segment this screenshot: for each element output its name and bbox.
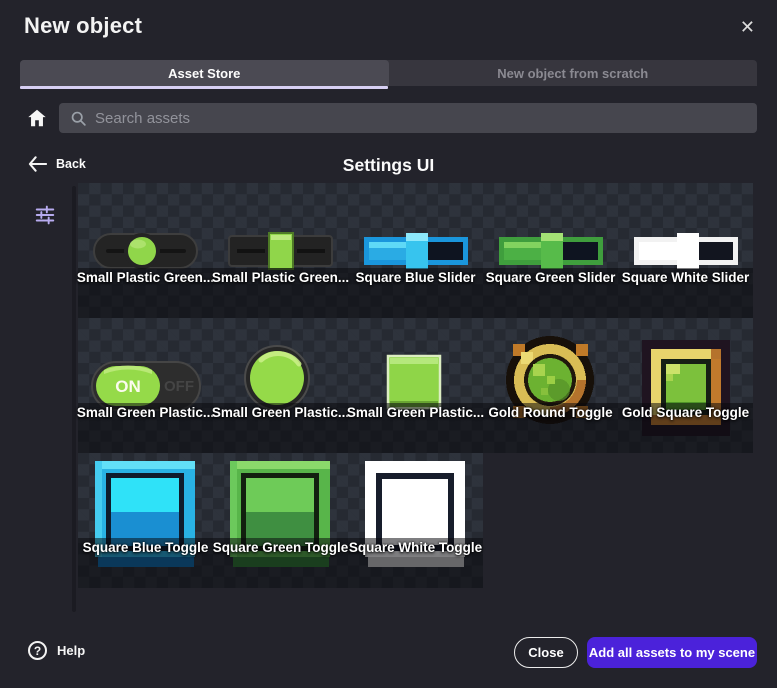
asset-label: Square White Toggle xyxy=(338,540,493,555)
filter-icon[interactable] xyxy=(34,204,56,226)
search-bar xyxy=(59,103,757,133)
asset-label: Square Blue Slider xyxy=(338,270,493,285)
asset-label: Small Green Plastic... xyxy=(203,405,358,420)
asset-tile[interactable]: Square Green Toggle xyxy=(213,453,348,588)
active-tab-underline xyxy=(20,86,388,89)
search-icon xyxy=(70,110,87,127)
tab-new-object-from-scratch[interactable]: New object from scratch xyxy=(389,60,758,86)
back-arrow-icon xyxy=(28,156,47,172)
dialog-title: New object xyxy=(24,13,142,39)
asset-tile[interactable]: Small Green Plastic... xyxy=(213,318,348,453)
search-input[interactable] xyxy=(95,110,695,127)
asset-label: Small Plastic Green... xyxy=(68,270,223,285)
help-icon: ? xyxy=(28,641,47,660)
asset-tile[interactable]: Small Plastic Green... xyxy=(213,183,348,318)
asset-tile[interactable]: Square Blue Toggle xyxy=(78,453,213,588)
asset-label: Square Green Slider xyxy=(473,270,628,285)
add-all-button[interactable]: Add all assets to my scene xyxy=(587,637,757,668)
tab-asset-store[interactable]: Asset Store xyxy=(20,60,389,86)
asset-label: Gold Round Toggle xyxy=(473,405,628,420)
asset-label: Small Green Plastic... xyxy=(68,405,223,420)
help-label: Help xyxy=(57,643,85,658)
help-button[interactable]: ? Help xyxy=(28,641,85,660)
asset-tile[interactable]: Square Green Slider xyxy=(483,183,618,318)
asset-tile[interactable]: Square White Slider xyxy=(618,183,753,318)
asset-label: Gold Square Toggle xyxy=(608,405,763,420)
asset-label: Square White Slider xyxy=(608,270,763,285)
asset-tile[interactable]: Square Blue Slider xyxy=(348,183,483,318)
new-object-dialog: New object ✕ Asset Store New object from… xyxy=(0,0,777,688)
asset-label: Square Blue Toggle xyxy=(68,540,223,555)
asset-tile[interactable]: Gold Round Toggle xyxy=(483,318,618,453)
asset-grid: Small Plastic Green...Small Plastic Gree… xyxy=(78,183,753,588)
svg-text:ON: ON xyxy=(115,377,141,396)
asset-tile[interactable]: Square White Toggle xyxy=(348,453,483,588)
back-button[interactable]: Back xyxy=(28,156,86,172)
back-label: Back xyxy=(56,157,86,171)
asset-tile[interactable]: Small Green Plastic... xyxy=(348,318,483,453)
close-button[interactable]: Close xyxy=(514,637,578,668)
asset-tile[interactable]: ONOFFSmall Green Plastic... xyxy=(78,318,213,453)
asset-label: Square Green Toggle xyxy=(203,540,358,555)
tab-bar: Asset Store New object from scratch xyxy=(20,60,757,86)
asset-tile[interactable]: Gold Square Toggle xyxy=(618,318,753,453)
asset-tile[interactable]: Small Plastic Green... xyxy=(78,183,213,318)
close-icon[interactable]: ✕ xyxy=(740,16,755,38)
home-icon[interactable] xyxy=(26,107,48,129)
asset-label: Small Green Plastic... xyxy=(338,405,493,420)
section-title: Settings UI xyxy=(0,155,777,176)
svg-text:OFF: OFF xyxy=(164,378,194,395)
asset-label: Small Plastic Green... xyxy=(203,270,358,285)
